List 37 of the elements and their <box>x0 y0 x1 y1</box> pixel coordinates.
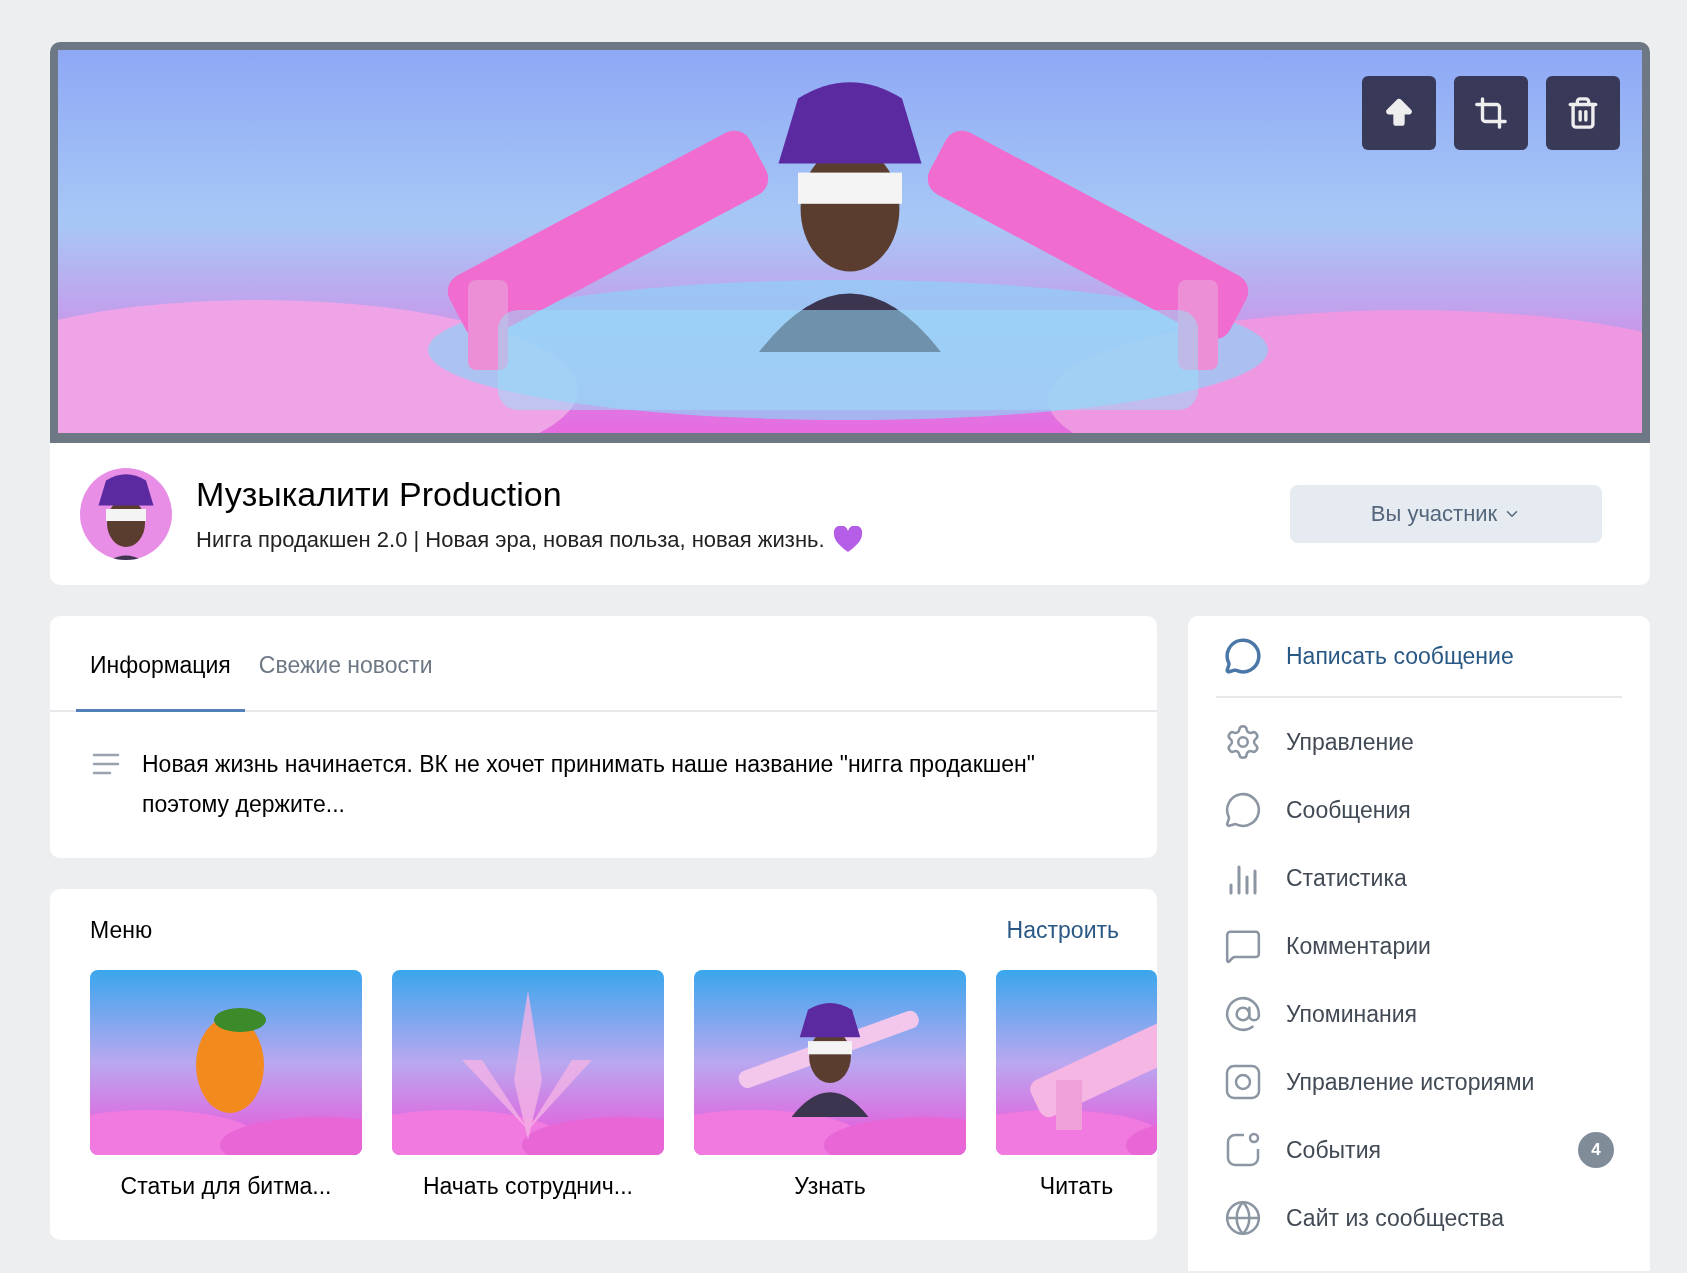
write-message-link[interactable]: Написать сообщение <box>1216 628 1622 698</box>
chat-bubble-icon <box>1224 791 1262 829</box>
menu-item-link[interactable]: Начать сотруднич... <box>422 1173 633 1200</box>
admin-menu-item[interactable]: Сайт из сообщества <box>1216 1184 1622 1252</box>
description-text: Новая жизнь начинается. ВК не хочет принимать наше название "нигга продакшен" поэтому держите... <box>142 750 1036 819</box>
at-sign-icon <box>1224 995 1262 1033</box>
configure-link[interactable]: Настроить <box>1006 917 1119 944</box>
tab[interactable]: Информация <box>76 616 245 712</box>
admin-menu-item[interactable]: Комментарии <box>1216 912 1622 980</box>
settings-icon <box>1224 723 1262 761</box>
delete-button[interactable] <box>1546 76 1620 150</box>
menu-item-link[interactable]: Статьи для битма... <box>120 1173 332 1200</box>
admin-menu-item[interactable]: Статистика <box>1216 844 1622 912</box>
trash-icon <box>1566 96 1600 130</box>
admin-menu-item[interactable]: Упоминания <box>1216 980 1622 1048</box>
admin-menu-item[interactable]: События 4 <box>1216 1116 1622 1184</box>
community-title: Музыкалити Production <box>196 475 563 514</box>
crop-icon <box>1474 96 1508 130</box>
community-status: Нигга продакшен 2.0 | Новая эра, новая польза, новая жизнь. <box>196 526 825 553</box>
membership-button[interactable]: Вы участник <box>1290 485 1602 543</box>
heart-icon <box>832 526 863 553</box>
chat-bubble-icon <box>1224 637 1262 675</box>
comment-icon <box>1224 927 1262 965</box>
menu-item-link[interactable]: Читать <box>1039 1173 1114 1200</box>
upload-button[interactable] <box>1362 76 1436 150</box>
menu-title: Меню <box>90 917 153 944</box>
text-lines-icon <box>92 752 120 776</box>
globe-icon <box>1224 1199 1262 1237</box>
admin-menu-item[interactable]: Управление <box>1216 708 1622 776</box>
admin-menu-item[interactable]: Управление историями <box>1216 1048 1622 1116</box>
camera-square-icon <box>1224 1063 1262 1101</box>
admin-menu-item[interactable]: Сообщения <box>1216 776 1622 844</box>
menu-item-link[interactable]: Узнать <box>794 1173 866 1200</box>
crop-button[interactable] <box>1454 76 1528 150</box>
tab[interactable]: Свежие новости <box>244 616 447 712</box>
counter-badge: 4 <box>1578 1132 1614 1168</box>
square-dot-icon <box>1224 1131 1262 1169</box>
